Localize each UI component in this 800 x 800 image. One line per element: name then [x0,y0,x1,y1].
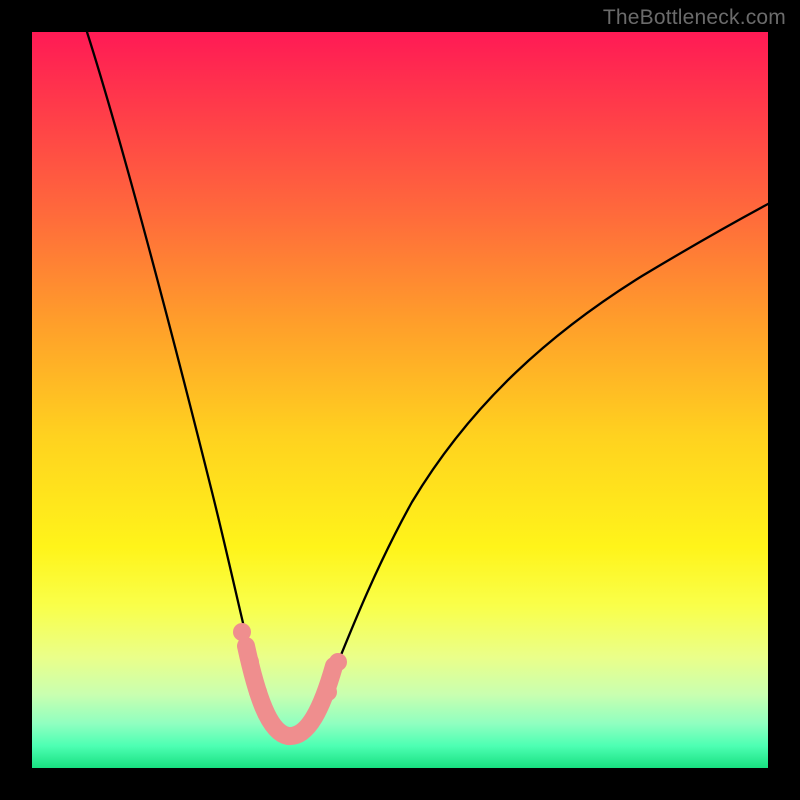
marker-right-upper [329,653,347,671]
watermark-text: TheBottleneck.com [603,6,786,30]
marker-left-mid [241,653,259,671]
marker-right-mid [319,683,337,701]
marker-left-upper [233,623,251,641]
chart-plot-area [32,32,768,768]
bottleneck-curve [32,32,768,768]
curve-path [87,32,768,741]
marker-left-lower [249,683,267,701]
